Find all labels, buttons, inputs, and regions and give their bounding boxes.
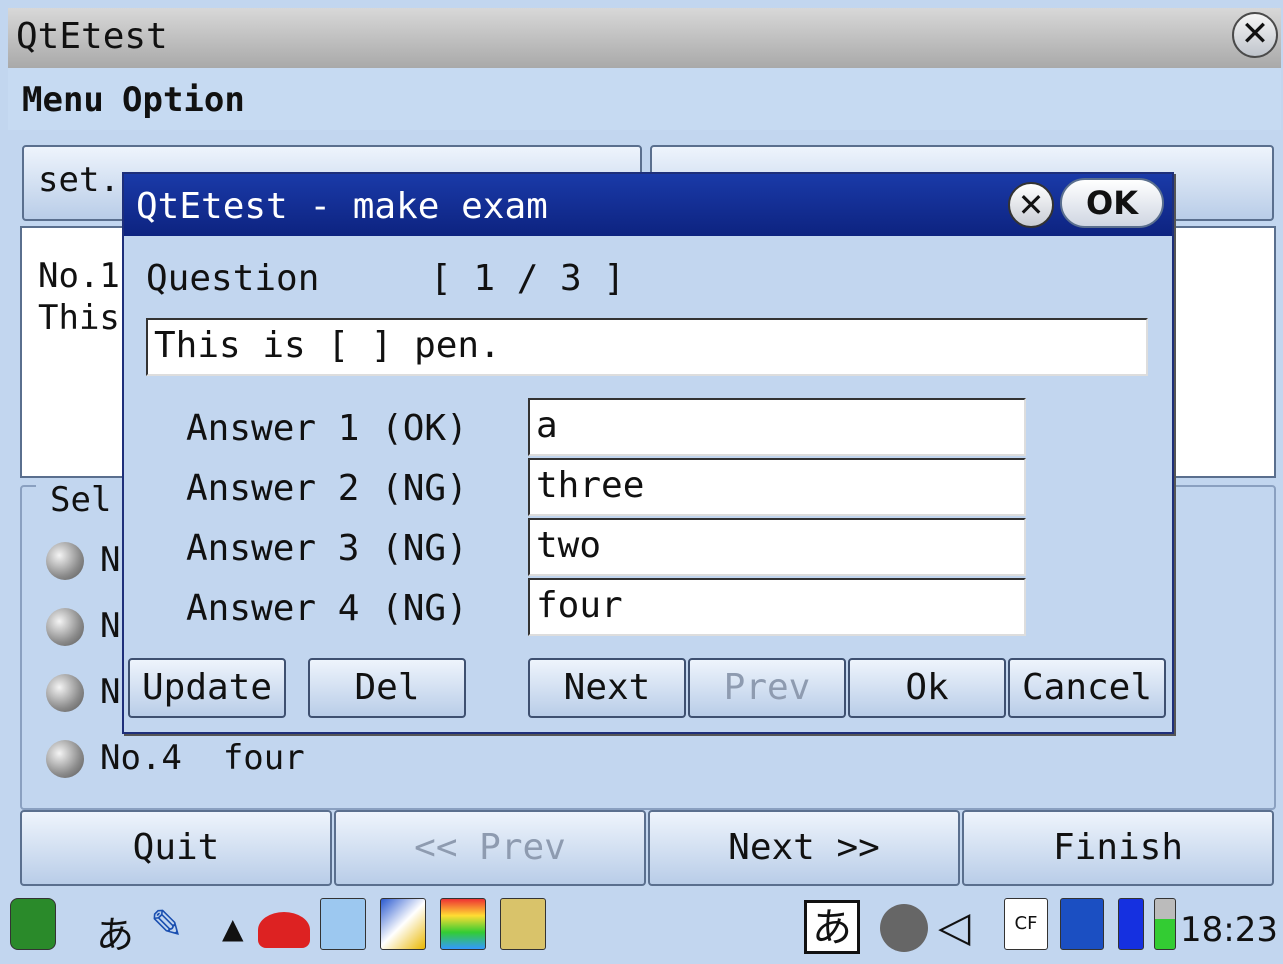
- question-body-text: This: [38, 298, 120, 338]
- up-arrow-icon[interactable]: ▲: [222, 912, 244, 945]
- answer-1-label: Answer 1 (OK): [186, 408, 468, 449]
- palette-icon[interactable]: [440, 898, 486, 950]
- question-counter: [ 1 / 3 ]: [430, 258, 626, 299]
- cap-icon[interactable]: [258, 912, 310, 948]
- note-icon[interactable]: [380, 898, 426, 950]
- radio-label-2: N: [100, 606, 121, 646]
- dialog-ok-button[interactable]: OK: [1060, 178, 1164, 228]
- answer-4-input[interactable]: four: [528, 578, 1026, 636]
- calendar-icon[interactable]: [320, 898, 366, 950]
- ime-box[interactable]: あ: [804, 900, 860, 954]
- radio-label-3: N: [100, 672, 121, 712]
- answer-2-label: Answer 2 (NG): [186, 468, 468, 509]
- sd-card-icon[interactable]: [1060, 898, 1104, 950]
- answer-3-label: Answer 3 (NG): [186, 528, 468, 569]
- set-button-label: set.: [38, 160, 120, 200]
- answer-4-label: Answer 4 (NG): [186, 588, 468, 629]
- question-label: Question: [146, 258, 320, 299]
- answer-2-input[interactable]: three: [528, 458, 1026, 516]
- answer-1-input[interactable]: a: [528, 398, 1026, 456]
- groupbox-title: Sel: [36, 480, 126, 520]
- dialog-close-icon[interactable]: ✕: [1008, 182, 1054, 228]
- dialog-ok-action-button[interactable]: Ok: [848, 658, 1006, 718]
- network-off-icon[interactable]: [880, 904, 928, 952]
- dialog-next-button[interactable]: Next: [528, 658, 686, 718]
- dialog-prev-button[interactable]: Prev: [688, 658, 846, 718]
- dialog-cancel-button[interactable]: Cancel: [1008, 658, 1166, 718]
- ime-label[interactable]: あ: [96, 904, 134, 959]
- next-button[interactable]: Next >>: [648, 810, 960, 886]
- book-icon[interactable]: [500, 898, 546, 950]
- update-button[interactable]: Update: [128, 658, 286, 718]
- radio-label-1: N: [100, 540, 121, 580]
- question-input[interactable]: This is [ ] pen.: [146, 318, 1148, 376]
- answer-3-input[interactable]: two: [528, 518, 1026, 576]
- quit-button[interactable]: Quit: [20, 810, 332, 886]
- close-icon[interactable]: ✕: [1232, 12, 1278, 58]
- dialog-title: QtEtest - make exam: [136, 186, 548, 227]
- speaker-icon[interactable]: ◁: [938, 902, 970, 951]
- finish-button[interactable]: Finish: [962, 810, 1274, 886]
- battery-icon: [1118, 898, 1144, 950]
- radio-option-2[interactable]: [46, 608, 84, 646]
- cf-card-icon[interactable]: CF: [1004, 898, 1048, 950]
- menu-menu[interactable]: Menu: [22, 80, 104, 120]
- menu-option[interactable]: Option: [122, 80, 245, 120]
- qtopia-start-icon[interactable]: [10, 898, 56, 950]
- del-button[interactable]: Del: [308, 658, 466, 718]
- window-title: QtEtest: [16, 16, 168, 57]
- pen-icon[interactable]: ✎: [150, 902, 184, 948]
- prev-button[interactable]: << Prev: [334, 810, 646, 886]
- radio-label-4: No.4 four: [100, 738, 305, 778]
- question-number-text: No.1: [38, 256, 120, 296]
- radio-option-1[interactable]: [46, 542, 84, 580]
- radio-option-3[interactable]: [46, 674, 84, 712]
- signal-icon: [1154, 898, 1176, 950]
- radio-option-4[interactable]: [46, 740, 84, 778]
- clock: 18:23: [1180, 910, 1278, 950]
- main-titlebar: [8, 8, 1281, 68]
